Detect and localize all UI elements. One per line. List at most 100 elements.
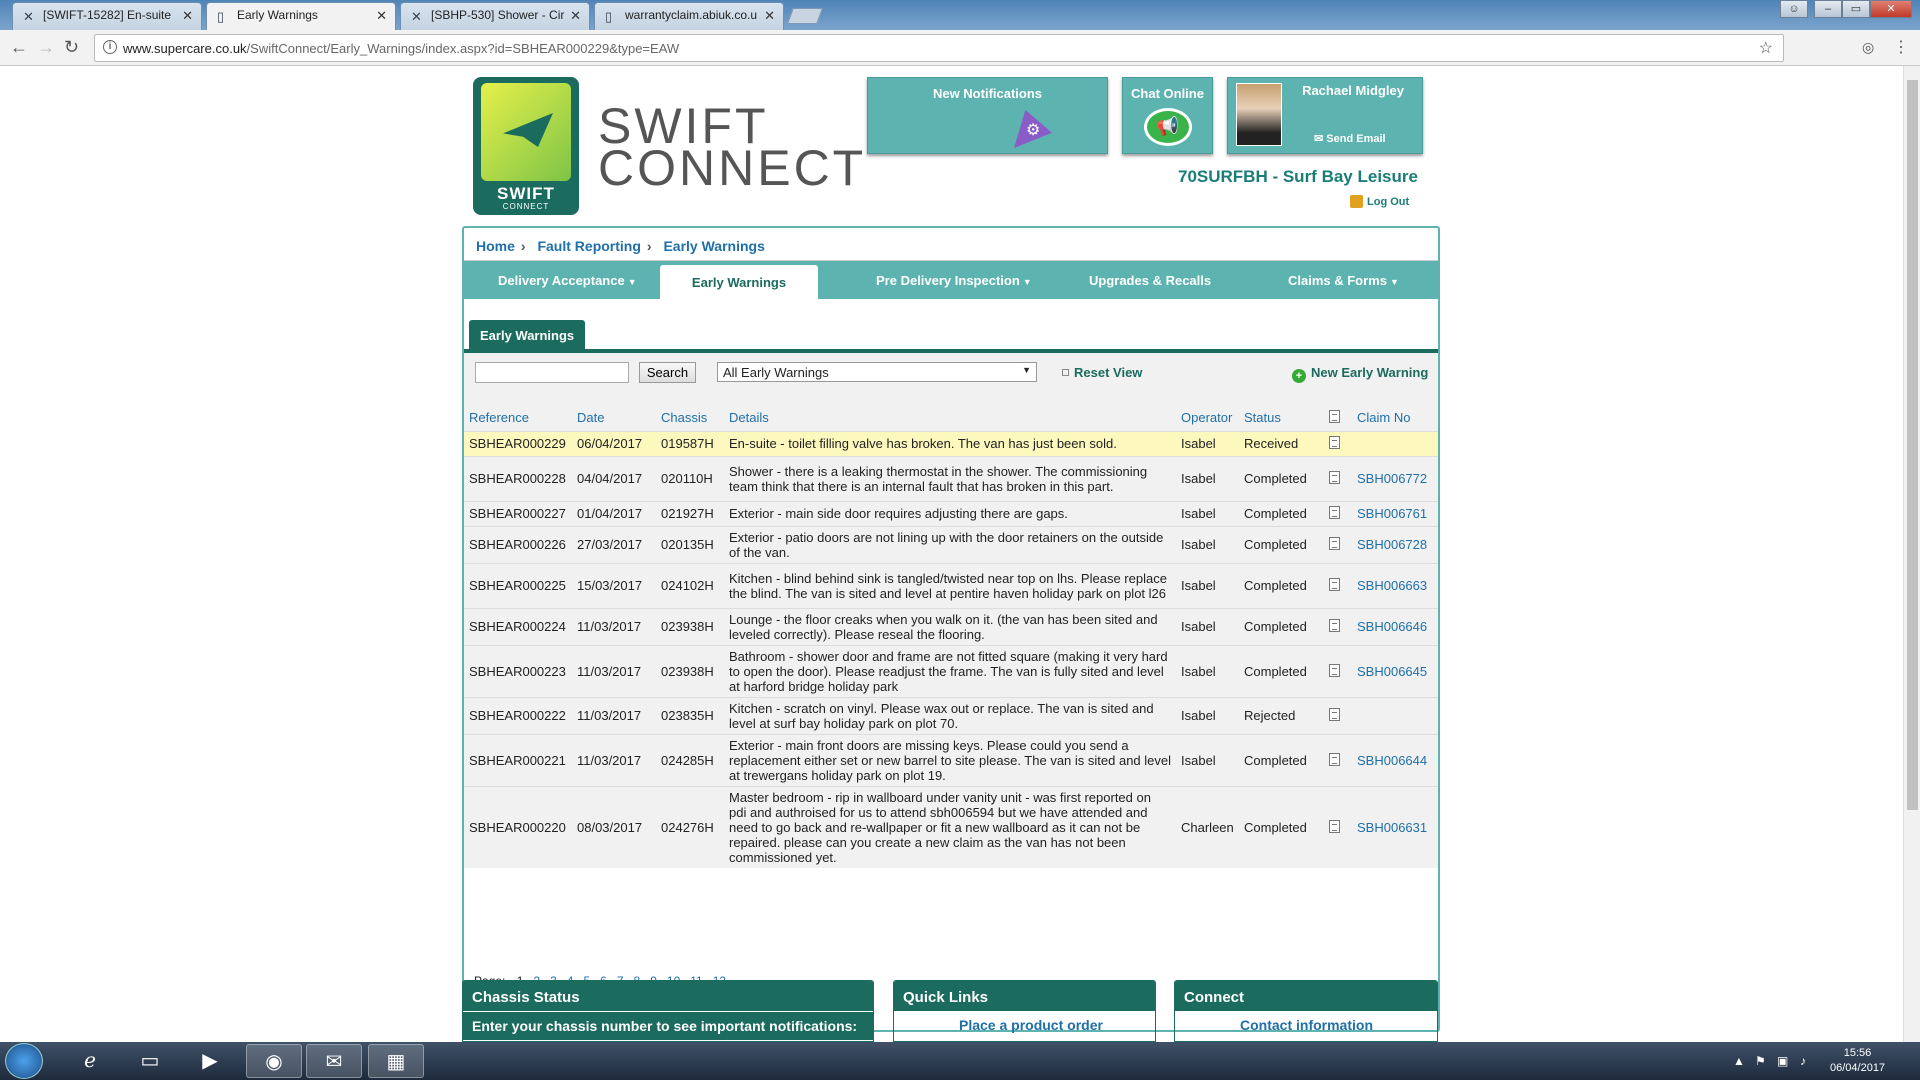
tab-upgrades-recalls[interactable]: Upgrades & Recalls (1089, 273, 1211, 288)
maximize-button[interactable]: ▭ (1842, 0, 1870, 18)
col-details[interactable]: Details (724, 397, 1176, 431)
table-row[interactable]: SBHEAR000223 11/03/2017 023938H Bathroom - … (464, 644, 1438, 697)
extension-icon[interactable]: ◎ (1862, 39, 1874, 56)
tab-early-warnings[interactable]: Early Warnings (660, 265, 818, 299)
send-email-link[interactable]: ✉ Send Email (1314, 132, 1386, 145)
table-row[interactable]: SBHEAR000225 15/03/2017 024102H Kitchen - b… (464, 562, 1438, 608)
ie-icon[interactable]: ℯ (62, 1044, 118, 1078)
table-row[interactable]: SBHEAR000228 04/04/2017 020110H Shower - th… (464, 455, 1438, 501)
col-date[interactable]: Date (572, 397, 656, 431)
outlook-icon[interactable]: ✉ (306, 1044, 362, 1078)
claim-no-link[interactable]: SBH006645 (1352, 644, 1438, 697)
claim-no-link[interactable]: SBH006644 (1352, 733, 1438, 786)
close-icon[interactable]: ✕ (570, 8, 581, 24)
profile-button[interactable]: ☺ (1780, 0, 1808, 18)
notifications-box[interactable]: New Notifications ⚙ (867, 77, 1108, 154)
col-status[interactable]: Status (1239, 397, 1324, 431)
clock-date: 06/04/2017 (1830, 1062, 1886, 1074)
document-icon[interactable] (1329, 471, 1340, 484)
tab-pre-delivery-inspection[interactable]: Pre Delivery Inspection ▼ (876, 273, 1032, 288)
browser-tab-4[interactable]: ▯ warrantyclaim.abiuk.co.u ✕ (594, 2, 784, 30)
document-icon[interactable] (1329, 819, 1340, 833)
browser-tab-1[interactable]: ✕ [SWIFT-15282] En-suite ✕ (12, 2, 202, 30)
document-icon[interactable] (1329, 506, 1340, 519)
media-player-icon[interactable]: ▶ (182, 1044, 238, 1078)
claim-no-link[interactable] (1352, 696, 1438, 734)
tray-up-icon[interactable]: ▲ (1733, 1054, 1745, 1068)
operator-cell: Isabel (1176, 696, 1239, 734)
table-row[interactable]: SBHEAR000229 06/04/2017 019587H En-suite - … (464, 430, 1438, 456)
breadcrumb-home[interactable]: Home (476, 238, 515, 254)
new-early-warning-link[interactable]: + New Early Warning (1292, 365, 1428, 383)
claim-no-link[interactable]: SBH006631 (1352, 785, 1438, 868)
scrollbar-thumb[interactable] (1907, 80, 1918, 810)
close-icon[interactable]: ✕ (376, 8, 387, 24)
document-icon[interactable] (1329, 752, 1340, 766)
document-icon[interactable] (1329, 578, 1340, 591)
table-row[interactable]: SBHEAR000227 01/04/2017 021927H Exterior - … (464, 500, 1438, 526)
explorer-icon[interactable]: ▭ (122, 1044, 178, 1078)
logout-link[interactable]: Log Out (1350, 195, 1409, 208)
flag-icon[interactable]: ⚑ (1755, 1054, 1766, 1068)
search-button[interactable]: Search (639, 362, 696, 383)
document-icon[interactable] (1329, 436, 1340, 449)
menu-icon[interactable]: ⋮ (1893, 37, 1909, 57)
envelope-icon: ✉ (1314, 133, 1327, 145)
operator-cell: Charleen (1176, 785, 1239, 868)
tab-delivery-acceptance[interactable]: Delivery Acceptance ▼ (498, 273, 637, 288)
claim-no-link[interactable]: SBH006772 (1352, 455, 1438, 501)
page-scrollbar[interactable] (1903, 66, 1920, 1042)
forward-icon[interactable]: → (37, 37, 55, 58)
volume-icon[interactable]: ♪ (1800, 1054, 1806, 1068)
new-tab-button[interactable] (787, 8, 823, 24)
col-reference[interactable]: Reference (464, 397, 572, 431)
document-icon[interactable] (1329, 537, 1340, 550)
document-icon[interactable] (1329, 708, 1340, 721)
claim-no-link[interactable]: SBH006728 (1352, 525, 1438, 563)
claim-no-link[interactable]: SBH006663 (1352, 562, 1438, 608)
minimize-button[interactable]: – (1814, 0, 1842, 18)
contact-information-link[interactable]: Contact information (1175, 1011, 1437, 1039)
swift-logo[interactable]: SWIFT CONNECT (473, 77, 579, 215)
close-icon[interactable]: ✕ (182, 8, 193, 24)
reload-icon[interactable]: ↻ (64, 37, 79, 58)
star-icon[interactable]: ☆ (1759, 38, 1773, 58)
start-button[interactable] (5, 1043, 43, 1079)
subtab-early-warnings[interactable]: Early Warnings (469, 320, 586, 349)
claim-no-link[interactable]: SBH006761 (1352, 500, 1438, 526)
chrome-icon[interactable]: ◉ (246, 1044, 302, 1078)
network-icon[interactable]: ▣ (1777, 1054, 1788, 1068)
table-row[interactable]: SBHEAR000226 27/03/2017 020135H Exterior - … (464, 525, 1438, 563)
back-icon[interactable]: ← (10, 37, 28, 58)
breadcrumb-fault-reporting[interactable]: Fault Reporting (537, 238, 640, 254)
claim-no-link[interactable]: SBH006646 (1352, 607, 1438, 645)
document-icon[interactable] (1329, 663, 1340, 677)
col-operator[interactable]: Operator (1176, 397, 1239, 431)
quick-link-product-order[interactable]: Place a product order (894, 1011, 1155, 1039)
table-row[interactable]: SBHEAR000222 11/03/2017 023835H Kitchen - s… (464, 696, 1438, 734)
search-input[interactable] (475, 362, 629, 383)
table-row[interactable]: SBHEAR000221 11/03/2017 024285H Exterior - … (464, 733, 1438, 786)
info-icon[interactable]: i (103, 40, 117, 54)
browser-tab-2[interactable]: ▯ Early Warnings ✕ (206, 2, 396, 31)
app-icon[interactable]: ▦ (368, 1044, 424, 1078)
claim-no-link[interactable] (1352, 430, 1438, 456)
table-row[interactable]: SBHEAR000224 11/03/2017 023938H Lounge - th… (464, 607, 1438, 645)
tab-claims-forms[interactable]: Claims & Forms ▼ (1288, 273, 1399, 288)
details-cell: Master bedroom - rip in wallboard under … (724, 785, 1176, 868)
status-cell: Completed (1239, 644, 1324, 697)
col-chassis[interactable]: Chassis (656, 397, 724, 431)
table-row[interactable]: SBHEAR000220 08/03/2017 024276H Master bedr… (464, 785, 1438, 868)
url-bar[interactable]: i www.supercare.co.uk/SwiftConnect/Early… (94, 34, 1784, 62)
status-filter-select[interactable]: All Early Warnings ▼ (717, 362, 1037, 382)
close-window-button[interactable]: ✕ (1870, 0, 1912, 18)
date-cell: 11/03/2017 (572, 696, 656, 734)
chat-online-box[interactable]: Chat Online 📢 (1122, 77, 1213, 154)
system-clock[interactable]: 15:56 06/04/2017 (1830, 1046, 1885, 1076)
col-claim-no[interactable]: Claim No (1352, 397, 1438, 431)
close-icon[interactable]: ✕ (764, 8, 775, 24)
browser-tab-3[interactable]: ✕ [SBHP-530] Shower - Cir ✕ (400, 2, 590, 30)
document-icon[interactable] (1329, 619, 1340, 632)
breadcrumb-early-warnings[interactable]: Early Warnings (663, 238, 764, 254)
reset-view-link[interactable]: Reset View (1062, 365, 1142, 380)
